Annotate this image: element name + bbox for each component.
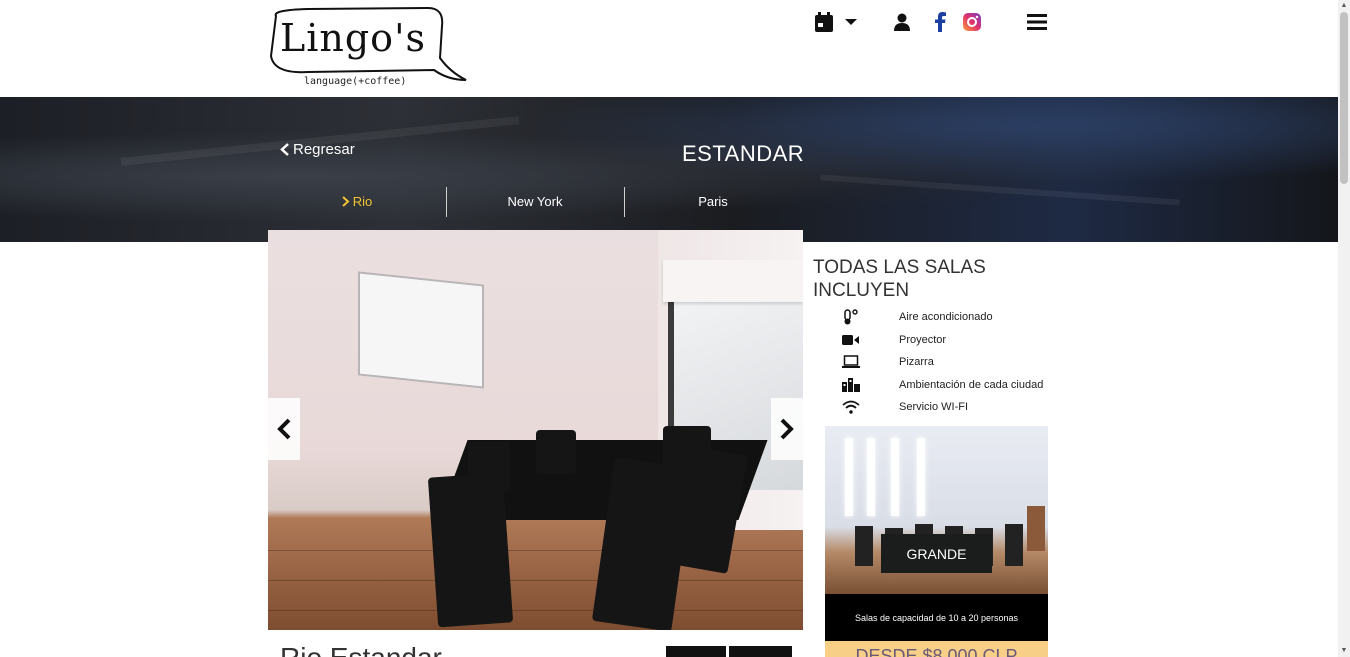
- scrollbar[interactable]: ▲ ▼: [1338, 0, 1350, 657]
- room-size-card[interactable]: GRANDE Salas de capacidad de 10 a 20 per…: [825, 426, 1048, 657]
- chevron-left-icon: [280, 143, 289, 156]
- lingos-logo[interactable]: Lingo's language(+coffee): [268, 6, 468, 90]
- tab-paris[interactable]: Paris: [624, 185, 802, 217]
- amenity-item: Aire acondicionado: [836, 306, 1056, 329]
- city-tabs: Rio New York Paris: [268, 185, 802, 217]
- city-icon: [836, 377, 866, 392]
- amenity-label: Servicio WI-FI: [899, 401, 969, 414]
- carousel-next-button[interactable]: [771, 398, 803, 460]
- amenity-label: Proyector: [899, 333, 947, 346]
- logo-tagline: language(+coffee): [304, 76, 407, 87]
- hero-banner: Regresar ESTANDAR Rio New York Paris: [0, 97, 1338, 242]
- logo-wordmark: Lingo's: [280, 16, 427, 60]
- grande-button[interactable]: GRANDE: [881, 534, 992, 573]
- amenities-title: TODAS LAS SALAS INCLUYEN: [813, 257, 986, 301]
- scroll-thumb[interactable]: [1340, 12, 1348, 184]
- chevron-right-icon: [780, 418, 794, 440]
- back-link[interactable]: Regresar: [280, 141, 355, 158]
- tab-label: New York: [507, 193, 563, 209]
- menu-icon[interactable]: [1024, 8, 1050, 36]
- photo-chair: [536, 430, 576, 474]
- video-camera-icon: [836, 334, 866, 346]
- photo-whiteboard: [358, 271, 484, 389]
- amenity-item: Proyector: [836, 329, 1056, 352]
- hero-texture: [820, 174, 1180, 206]
- amenity-label: Aire acondicionado: [899, 311, 993, 324]
- tab-label: Rio: [352, 193, 373, 209]
- thermometer-icon: [836, 309, 866, 325]
- card-photo-window: [845, 438, 853, 516]
- card-caption: Salas de capacidad de 10 a 20 personas: [825, 594, 1048, 641]
- scroll-up-icon[interactable]: ▲: [1340, 2, 1348, 10]
- photo-blind: [663, 260, 803, 302]
- photo-floor: [268, 610, 803, 611]
- card-photo-window: [917, 438, 925, 516]
- card-price: DESDE $8.000 CLP: [825, 641, 1048, 657]
- amenity-item: Ambientación de cada ciudad: [836, 374, 1056, 397]
- tab-label: Paris: [698, 193, 728, 209]
- photo-floor: [268, 580, 803, 581]
- amenity-item: Pizarra: [836, 351, 1056, 374]
- amenity-item: Servicio WI-FI: [836, 396, 1056, 419]
- card-photo-window: [891, 438, 899, 516]
- page: Lingo's language(+coffee) Regresar ESTAN…: [0, 0, 1350, 657]
- facebook-icon[interactable]: [930, 8, 950, 36]
- wifi-icon: [836, 400, 866, 414]
- chevron-left-icon: [277, 418, 291, 440]
- room-title: Rio Estandar: [280, 642, 442, 657]
- tab-new-york[interactable]: New York: [446, 185, 624, 217]
- chevron-down-icon[interactable]: [842, 8, 860, 36]
- user-icon[interactable]: [892, 8, 912, 36]
- amenities-list: Aire acondicionado Proyector Pizarra Amb…: [836, 306, 1056, 419]
- tab-rio[interactable]: Rio: [268, 185, 446, 217]
- scroll-down-icon[interactable]: ▼: [1340, 647, 1348, 655]
- card-photo-window: [867, 438, 875, 516]
- back-label: Regresar: [293, 141, 355, 158]
- amenity-label: Pizarra: [899, 356, 934, 369]
- laptop-icon: [836, 355, 866, 369]
- action-button[interactable]: [729, 646, 792, 657]
- room-photo-carousel: [268, 230, 803, 630]
- carousel-prev-button[interactable]: [268, 398, 300, 460]
- amenity-label: Ambientación de cada ciudad: [899, 378, 1044, 391]
- chevron-right-icon: [342, 195, 350, 207]
- calendar-icon[interactable]: [812, 8, 836, 36]
- page-title: ESTANDAR: [682, 141, 805, 166]
- instagram-icon[interactable]: [960, 8, 984, 36]
- site-header: Lingo's language(+coffee): [0, 0, 1338, 97]
- action-button[interactable]: [666, 646, 726, 657]
- photo-chair: [427, 472, 514, 628]
